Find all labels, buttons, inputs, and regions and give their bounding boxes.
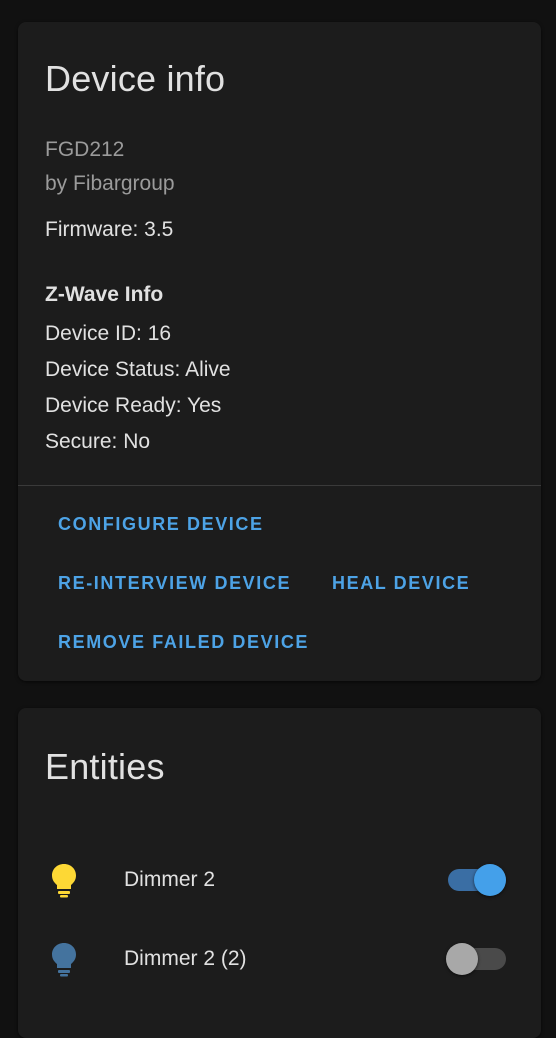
card-divider	[18, 485, 541, 486]
entity-row-dimmer-2-2[interactable]: Dimmer 2 (2)	[18, 929, 541, 989]
zwave-device-status: Device Status: Alive	[45, 358, 231, 381]
entities-card: Entities Dimmer 2 Dimmer 2 (2)	[18, 708, 541, 1038]
entity-row-dimmer-2[interactable]: Dimmer 2	[18, 850, 541, 910]
lightbulb-icon[interactable]	[49, 862, 79, 898]
zwave-info-heading: Z-Wave Info	[45, 283, 164, 306]
entities-title: Entities	[45, 746, 165, 787]
entity-name: Dimmer 2 (2)	[124, 947, 247, 970]
lightbulb-icon[interactable]	[49, 941, 79, 977]
entity-toggle[interactable]	[446, 943, 508, 975]
device-manufacturer: by Fibargroup	[45, 172, 175, 195]
toggle-thumb	[474, 864, 506, 896]
zwave-device-ready: Device Ready: Yes	[45, 394, 222, 417]
reinterview-device-button[interactable]: RE-INTERVIEW DEVICE	[58, 573, 291, 594]
zwave-device-id: Device ID: 16	[45, 322, 172, 345]
device-firmware: Firmware: 3.5	[45, 218, 174, 241]
zwave-secure: Secure: No	[45, 430, 151, 453]
configure-device-button[interactable]: CONFIGURE DEVICE	[58, 514, 264, 535]
entity-name: Dimmer 2	[124, 868, 216, 891]
device-model: FGD212	[45, 138, 125, 161]
toggle-thumb	[446, 943, 478, 975]
device-info-title: Device info	[45, 58, 226, 99]
entity-toggle[interactable]	[446, 864, 508, 896]
remove-failed-device-button[interactable]: REMOVE FAILED DEVICE	[58, 632, 309, 653]
device-info-card: Device info FGD212 by Fibargroup Firmwar…	[18, 22, 541, 681]
heal-device-button[interactable]: HEAL DEVICE	[332, 573, 470, 594]
